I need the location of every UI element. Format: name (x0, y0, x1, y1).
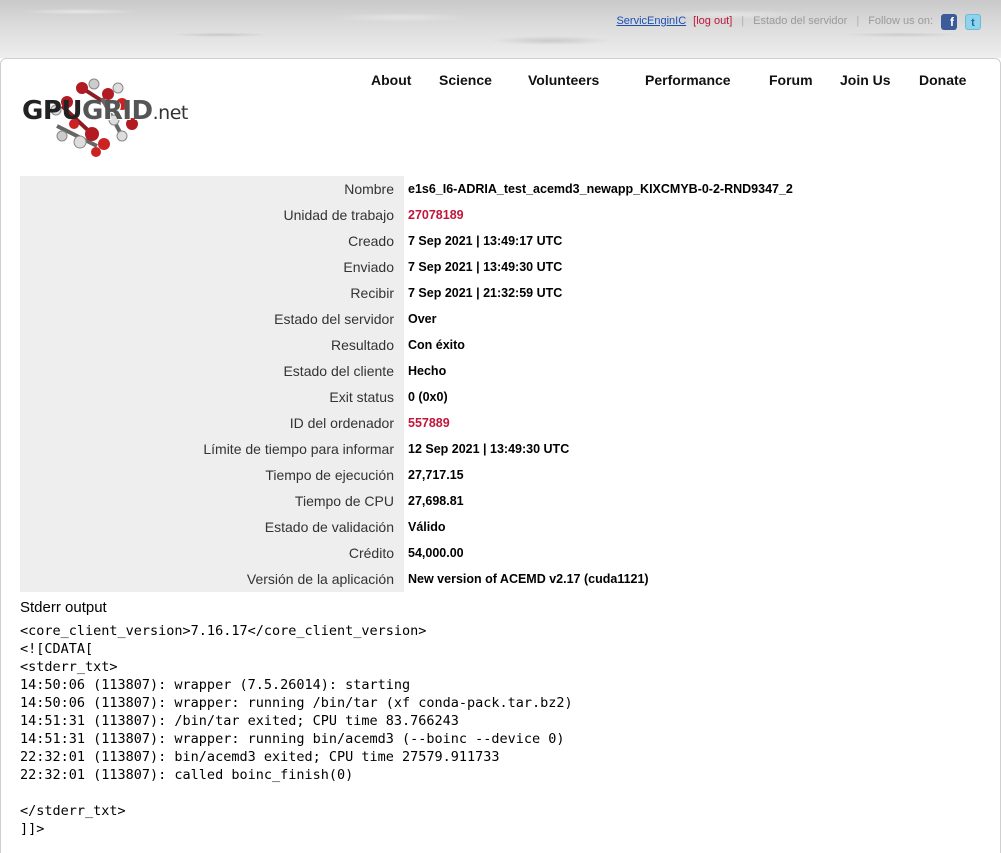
row-value: Válido (408, 520, 446, 534)
row-label: Enviado (20, 254, 404, 280)
table-row: Versión de la aplicación New version of … (20, 566, 981, 592)
nav-science[interactable]: Science (439, 72, 492, 88)
logout-link[interactable]: [log out] (693, 15, 732, 27)
nav-forum[interactable]: Forum (769, 72, 813, 88)
nav-about[interactable]: About (371, 72, 411, 88)
row-label: Estado de validación (20, 514, 404, 540)
table-row: Estado del servidor Over (20, 306, 981, 332)
row-label: Crédito (20, 540, 404, 566)
table-row: Creado 7 Sep 2021 | 13:49:17 UTC (20, 228, 981, 254)
account-links: ServicEnginIC [log out] | Estado del ser… (616, 13, 981, 30)
table-row: ID del ordenador 557889 (20, 410, 981, 436)
user-link[interactable]: ServicEnginIC (616, 15, 686, 27)
row-label: Exit status (20, 384, 404, 410)
nav-performance[interactable]: Performance (645, 72, 731, 88)
row-label: Tiempo de CPU (20, 488, 404, 514)
row-value: 7 Sep 2021 | 21:32:59 UTC (408, 286, 563, 300)
row-value: Over (408, 312, 437, 326)
row-value: Hecho (408, 364, 447, 378)
server-status-link[interactable]: Estado del servidor (753, 15, 847, 27)
logo-text: GPUGRID.net (22, 96, 188, 126)
top-bar: ServicEnginIC [log out] | Estado del ser… (0, 0, 1001, 58)
row-label: Recibir (20, 280, 404, 306)
stderr-output: <core_client_version>7.16.17</core_clien… (20, 623, 573, 837)
separator: | (741, 15, 745, 27)
table-row: Estado del cliente Hecho (20, 358, 981, 384)
host-id-link[interactable]: 557889 (404, 410, 981, 436)
row-value: New version of ACEMD v2.17 (cuda1121) (408, 572, 649, 586)
table-row: Crédito 54,000.00 (20, 540, 981, 566)
row-label: Unidad de trabajo (20, 202, 404, 228)
table-row: Estado de validación Válido (20, 514, 981, 540)
nav-join-us[interactable]: Join Us (840, 72, 891, 88)
table-row: Nombre e1s6_I6-ADRIA_test_acemd3_newapp_… (20, 176, 981, 202)
table-row: Unidad de trabajo 27078189 (20, 202, 981, 228)
row-value: 7 Sep 2021 | 13:49:30 UTC (408, 260, 563, 274)
row-value: 0 (0x0) (408, 390, 448, 404)
logo-text-grid: GRID (82, 96, 153, 126)
table-row: Límite de tiempo para informar 12 Sep 20… (20, 436, 981, 462)
table-row: Recibir 7 Sep 2021 | 21:32:59 UTC (20, 280, 981, 306)
row-value: 54,000.00 (408, 546, 464, 560)
row-label: Versión de la aplicación (20, 566, 404, 592)
row-label: Resultado (20, 332, 404, 358)
row-value: 27,717.15 (408, 468, 464, 482)
table-row: Tiempo de ejecución 27,717.15 (20, 462, 981, 488)
twitter-icon[interactable]: t (965, 14, 981, 30)
row-label: Creado (20, 228, 404, 254)
row-label: Límite de tiempo para informar (20, 436, 404, 462)
table-row: Resultado Con éxito (20, 332, 981, 358)
separator: | (856, 15, 860, 27)
row-label: Nombre (20, 176, 404, 202)
row-label: ID del ordenador (20, 410, 404, 436)
workunit-link[interactable]: 27078189 (404, 202, 981, 228)
row-value: Con éxito (408, 338, 465, 352)
table-row: Enviado 7 Sep 2021 | 13:49:30 UTC (20, 254, 981, 280)
nav-volunteers[interactable]: Volunteers (528, 72, 599, 88)
stderr-heading: Stderr output (20, 599, 107, 616)
row-label: Estado del servidor (20, 306, 404, 332)
row-value: e1s6_I6-ADRIA_test_acemd3_newapp_KIXCMYB… (408, 182, 793, 196)
row-label: Estado del cliente (20, 358, 404, 384)
facebook-icon[interactable]: f (941, 14, 957, 30)
row-value: 12 Sep 2021 | 13:49:30 UTC (408, 442, 570, 456)
logo-text-gpu: GPU (22, 96, 83, 126)
row-value: 7 Sep 2021 | 13:49:17 UTC (408, 234, 563, 248)
row-label: Tiempo de ejecución (20, 462, 404, 488)
table-row: Exit status 0 (0x0) (20, 384, 981, 410)
follow-us-label: Follow us on: (868, 15, 933, 27)
row-value: 27,698.81 (408, 494, 464, 508)
logo-text-net: .net (152, 102, 189, 124)
nav-donate[interactable]: Donate (919, 72, 966, 88)
header-background (0, 0, 1001, 58)
table-row: Tiempo de CPU 27,698.81 (20, 488, 981, 514)
task-details-table: Nombre e1s6_I6-ADRIA_test_acemd3_newapp_… (20, 176, 981, 592)
